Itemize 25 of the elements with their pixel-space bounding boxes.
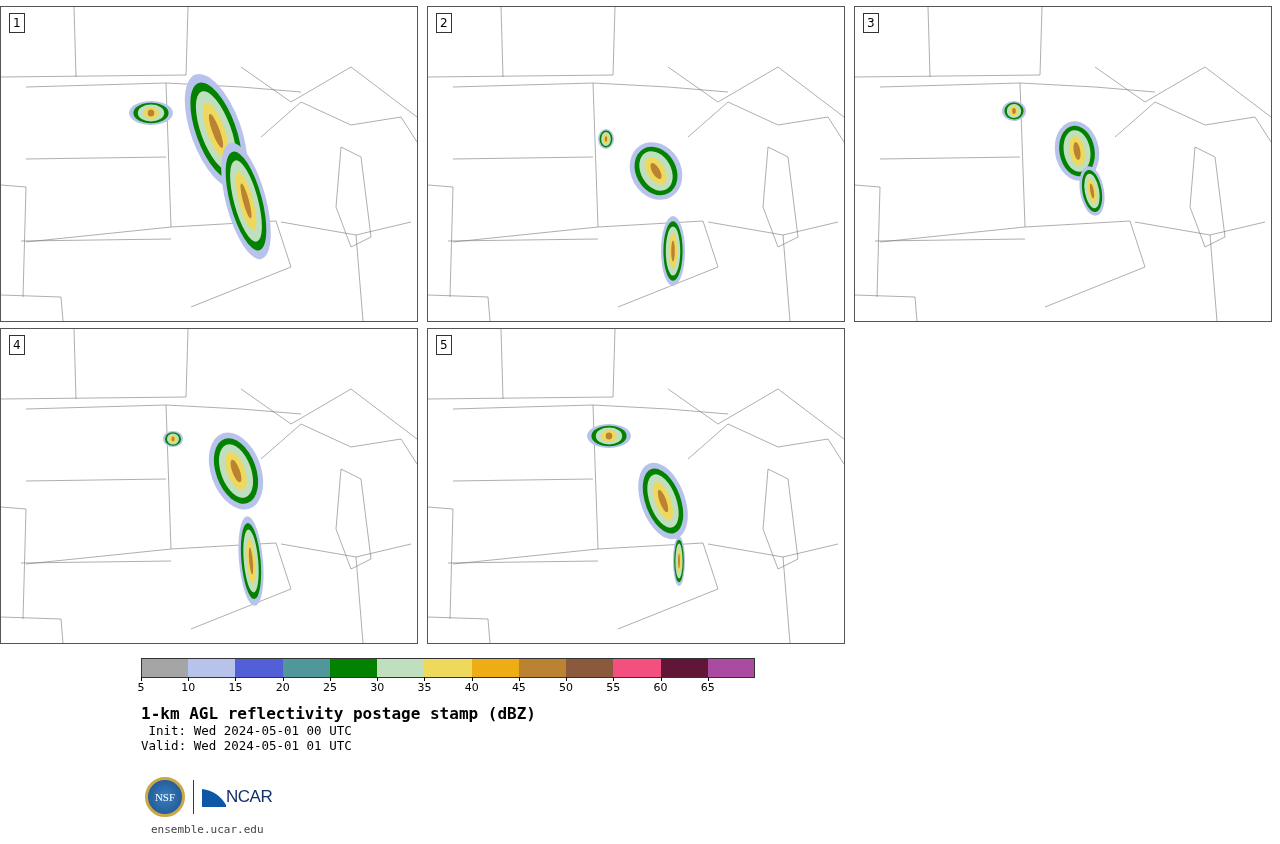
panel-number: 5 [436, 335, 452, 355]
tick-label: 30 [370, 681, 385, 694]
tick-label: 45 [511, 681, 526, 694]
panel-number: 3 [863, 13, 879, 33]
tick-label: 65 [700, 681, 715, 694]
tick-label: 60 [653, 681, 668, 694]
tick-label: 10 [181, 681, 196, 694]
ncar-wordmark: NCAR [226, 787, 273, 807]
tick-label: 40 [464, 681, 479, 694]
tick-label: 15 [228, 681, 243, 694]
tick-label: 20 [275, 681, 290, 694]
panel-number: 4 [9, 335, 25, 355]
valid-time: Valid: Wed 2024-05-01 01 UTC [141, 738, 353, 753]
tick-label: 5 [137, 681, 145, 694]
tick-label: 55 [606, 681, 621, 694]
tick-label: 50 [559, 681, 574, 694]
init-time: Init: Wed 2024-05-01 00 UTC [147, 723, 353, 738]
chart-title: 1-km AGL reflectivity postage stamp (dBZ) [141, 704, 537, 723]
tick-label: 25 [322, 681, 337, 694]
panel-number: 1 [9, 13, 25, 33]
tick-label: 35 [417, 681, 432, 694]
seal-logo: NSF [145, 777, 185, 817]
panel-number: 2 [436, 13, 452, 33]
swoosh-icon [202, 789, 226, 807]
site-url: ensemble.ucar.edu [151, 823, 265, 836]
